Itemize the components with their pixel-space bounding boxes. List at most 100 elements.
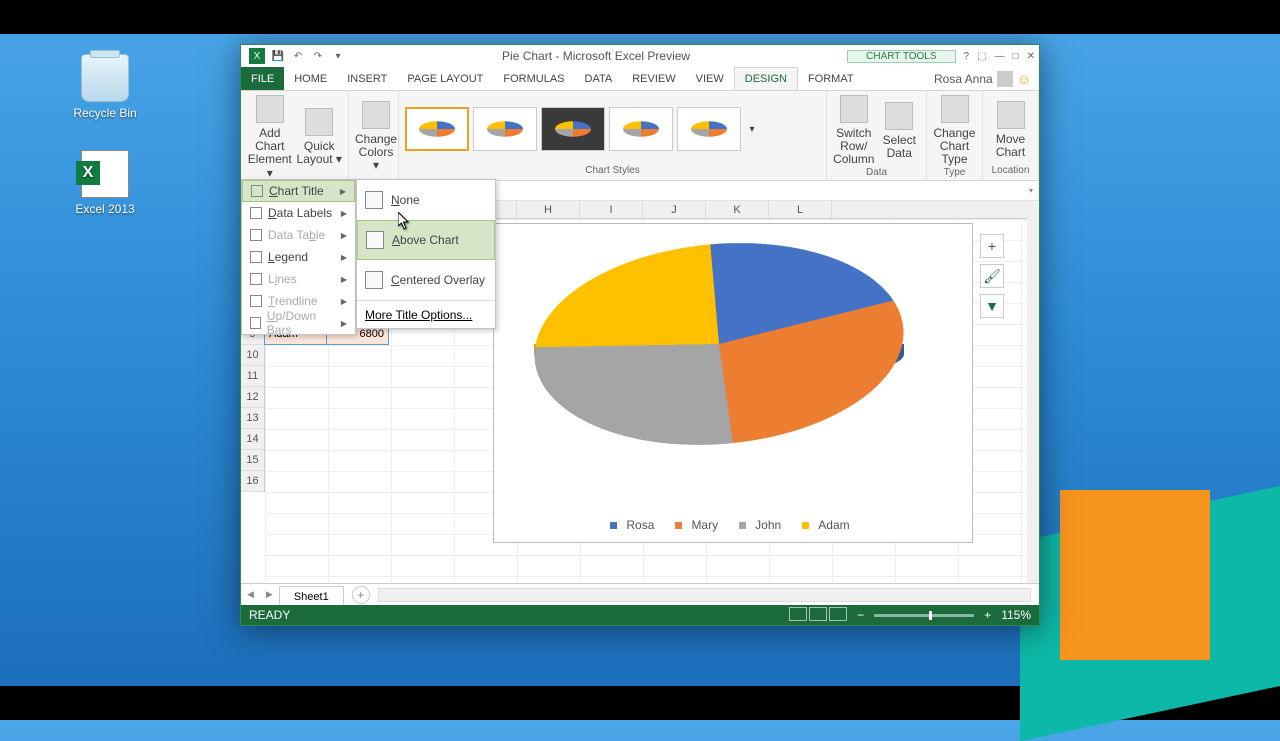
change-colors-button[interactable]: Change Colors ▾ [355,99,397,173]
excel-logo-icon[interactable]: X [249,48,265,64]
chart-elements-button[interactable]: + [980,234,1004,258]
row-header-14[interactable]: 14 [241,429,264,450]
tab-home[interactable]: HOME [284,67,337,90]
zoom-slider[interactable] [874,614,974,617]
new-sheet-button[interactable]: + [352,586,370,604]
ribbon-options-icon[interactable]: ⬚ [977,51,986,62]
select-data-button[interactable]: Select Data [879,100,921,160]
user-account[interactable]: Rosa Anna ☺ [926,67,1039,90]
chart-filters-button[interactable]: ▼ [980,294,1004,318]
tab-view[interactable]: VIEW [686,67,734,90]
status-bar: READY − + 115% [241,605,1039,625]
col-header-H[interactable]: H [517,201,580,218]
tab-format[interactable]: FORMAT [798,67,864,90]
tab-file[interactable]: FILE [241,67,284,90]
submenu-arrow-icon: ▶ [340,187,346,196]
chart-style-4[interactable] [609,107,673,151]
recycle-bin-icon [81,54,129,102]
move-chart-icon [997,101,1025,129]
sheet-nav-prev[interactable]: ◀ [241,589,260,600]
tab-review[interactable]: REVIEW [622,67,685,90]
flyout-more-options[interactable]: More Title Options... [357,300,495,328]
change-colors-icon [362,101,390,129]
sheet-tab-sheet1[interactable]: Sheet1 [279,586,344,606]
data-labels-icon [250,207,262,219]
chart-styles-more-button[interactable]: ▾ [745,124,759,135]
desktop-excel-shortcut[interactable]: Excel 2013 [70,150,140,216]
chart-title-icon [251,185,263,197]
data-group-label: Data [833,167,920,180]
chart-tools-context: CHART TOOLS [847,50,955,63]
menu-updown-bars: Up/Down Bars▶ [242,312,355,334]
above-chart-icon [366,231,384,249]
vertical-scrollbar[interactable] [1027,201,1039,583]
menu-lines: Lines▶ [242,268,355,290]
pie-chart-3d[interactable] [534,244,904,474]
chart-legend[interactable]: Rosa Mary John Adam [494,518,972,532]
none-icon [365,191,383,209]
formula-bar-expand-icon[interactable]: ▾ [1029,186,1033,195]
close-button[interactable]: ✕ [1027,51,1035,62]
col-header-J[interactable]: J [643,201,706,218]
row-header-11[interactable]: 11 [241,366,264,387]
sheet-nav-next[interactable]: ▶ [260,589,279,600]
tab-insert[interactable]: INSERT [337,67,397,90]
status-ready: READY [249,608,290,622]
col-header-L[interactable]: L [769,201,832,218]
row-header-16[interactable]: 16 [241,471,264,492]
row-header-13[interactable]: 13 [241,408,264,429]
tab-data[interactable]: DATA [575,67,623,90]
minimize-button[interactable]: — [995,51,1005,62]
col-header-I[interactable]: I [580,201,643,218]
chart-style-5[interactable] [677,107,741,151]
view-buttons[interactable] [787,607,847,624]
add-chart-element-button[interactable]: Add Chart Element ▾ [247,93,293,180]
chart-styles-button[interactable]: 🖌 [980,264,1004,288]
qat-save-icon[interactable]: 💾 [271,49,285,63]
zoom-level[interactable]: 115% [1001,608,1031,622]
chart-style-3[interactable] [541,107,605,151]
menu-data-labels[interactable]: Data Labels▶ [242,202,355,224]
zoom-out-button[interactable]: − [857,608,864,622]
flyout-centered-overlay[interactable]: Centered Overlay [357,260,495,300]
row-header-15[interactable]: 15 [241,450,264,471]
user-avatar-icon [997,71,1013,87]
move-chart-button[interactable]: Move Chart [989,99,1032,159]
flyout-none[interactable]: None [357,180,495,220]
chart-style-1[interactable] [405,107,469,151]
qat-customize-icon[interactable]: ▾ [331,49,345,63]
menu-chart-title[interactable]: Chart Title▶ [242,180,355,202]
qat-undo-icon[interactable]: ↶ [291,49,305,63]
col-header-K[interactable]: K [706,201,769,218]
chart-style-2[interactable] [473,107,537,151]
ribbon: Add Chart Element ▾ Quick Layout ▾ Chart… [241,91,1039,181]
menu-legend[interactable]: Legend▶ [242,246,355,268]
flyout-above-chart[interactable]: Above Chart [357,220,495,260]
qat-redo-icon[interactable]: ↷ [311,49,325,63]
row-header-12[interactable]: 12 [241,387,264,408]
feedback-smiley-icon[interactable]: ☺ [1017,71,1031,87]
change-chart-type-button[interactable]: Change Chart Type [933,93,976,167]
updown-bars-icon [250,317,261,329]
maximize-button[interactable]: □ [1013,51,1019,62]
window-title: Pie Chart - Microsoft Excel Preview [345,49,847,63]
lines-icon [250,273,262,285]
embedded-chart[interactable]: Rosa Mary John Adam + 🖌 ▼ [493,223,973,543]
excel-icon [81,150,129,198]
help-icon[interactable]: ? [964,51,970,62]
desktop-recycle-bin[interactable]: Recycle Bin [70,54,140,120]
tab-page-layout[interactable]: PAGE LAYOUT [397,67,493,90]
tab-design[interactable]: DESIGN [734,67,798,90]
quick-layout-icon [305,108,333,136]
quick-layout-button[interactable]: Quick Layout ▾ [297,106,343,166]
switch-row-column-button[interactable]: Switch Row/ Column [833,93,875,167]
legend-icon [250,251,262,263]
add-chart-element-menu: Chart Title▶ Data Labels▶ Data Table▶ Le… [241,179,356,335]
zoom-in-button[interactable]: + [984,608,991,622]
centered-overlay-icon [365,271,383,289]
horizontal-scrollbar[interactable] [378,588,1031,602]
tab-formulas[interactable]: FORMULAS [493,67,574,90]
menu-data-table: Data Table▶ [242,224,355,246]
ribbon-tabs: FILE HOME INSERT PAGE LAYOUT FORMULAS DA… [241,67,1039,91]
row-header-10[interactable]: 10 [241,345,264,366]
